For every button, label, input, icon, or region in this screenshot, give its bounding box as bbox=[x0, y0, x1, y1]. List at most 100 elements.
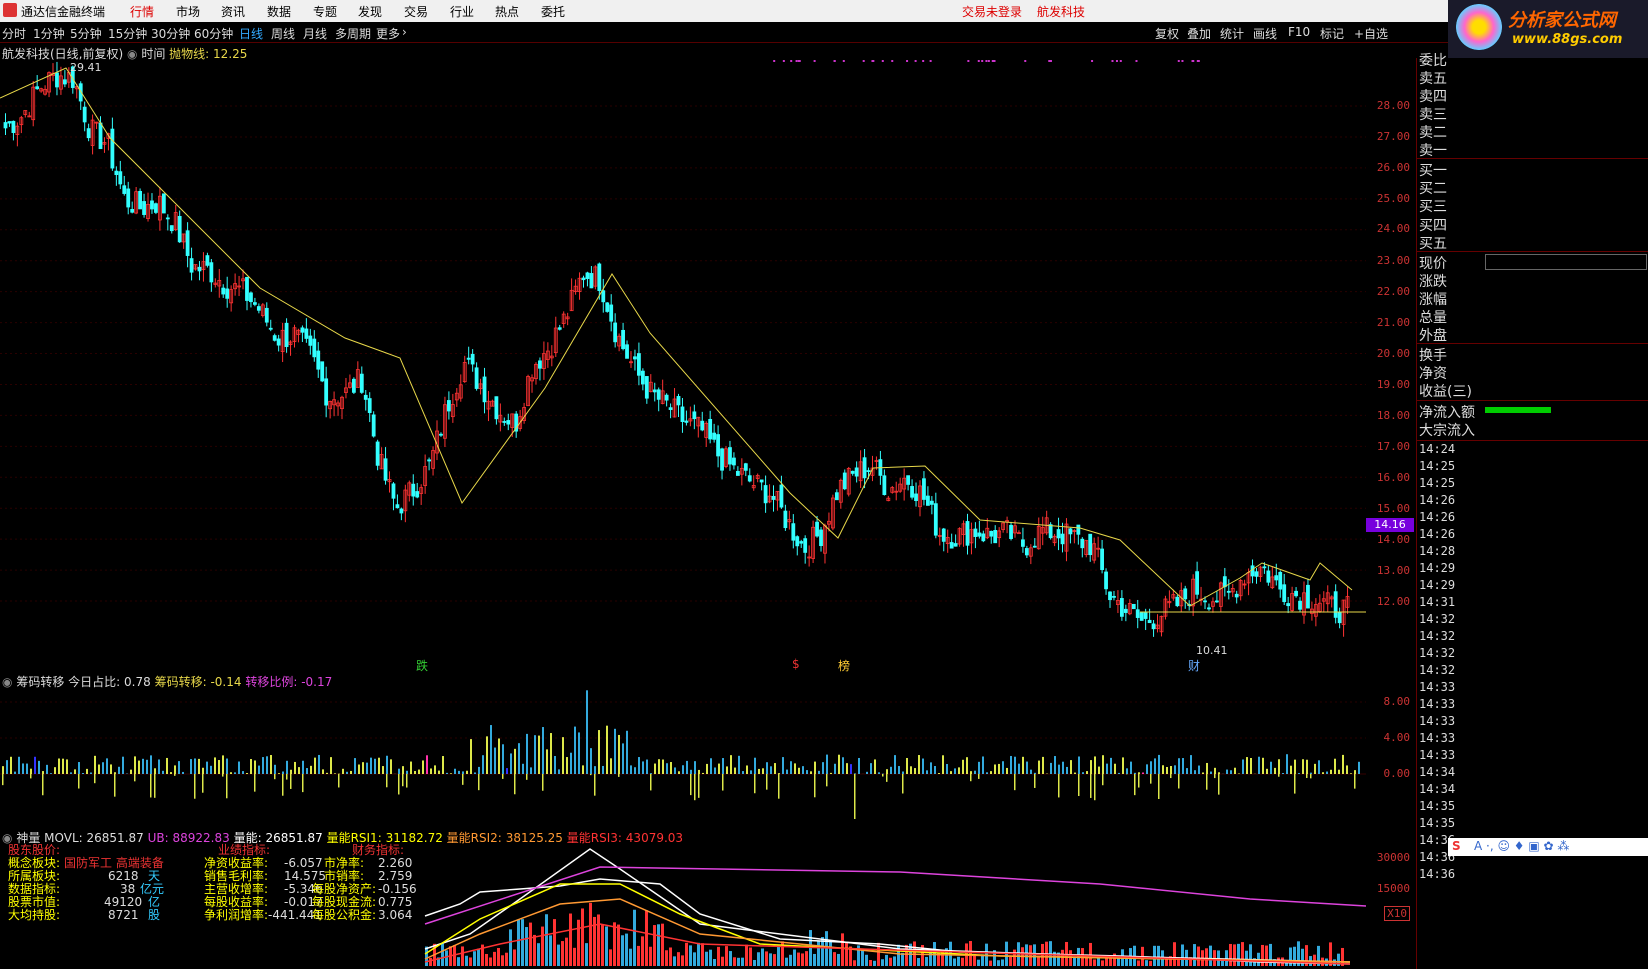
candle-body bbox=[621, 329, 625, 350]
signal-dot bbox=[922, 60, 925, 62]
chip-bar-neg bbox=[1138, 774, 1140, 788]
period-tab-weekly[interactable]: 周线 bbox=[271, 25, 295, 42]
chip-bar bbox=[994, 764, 996, 774]
volume-bar bbox=[1157, 945, 1160, 966]
period-tab-15min[interactable]: 15分钟 bbox=[108, 25, 147, 42]
period-tab-60min[interactable]: 60分钟 bbox=[194, 25, 233, 42]
volume-bar bbox=[629, 948, 632, 966]
chip-bar bbox=[346, 771, 348, 774]
period-tab-1min[interactable]: 1分钟 bbox=[33, 25, 65, 42]
period-tab-5min[interactable]: 5分钟 bbox=[70, 25, 102, 42]
candle-body bbox=[779, 484, 784, 508]
chip-bar bbox=[494, 747, 496, 774]
overlay-button[interactable]: 叠加 bbox=[1187, 25, 1211, 42]
add-favorite-button[interactable]: +自选 bbox=[1354, 25, 1388, 42]
sar-line bbox=[0, 67, 1353, 607]
stats-button[interactable]: 统计 bbox=[1220, 25, 1244, 42]
period-tab-more[interactable]: 更多 bbox=[376, 25, 400, 42]
chip-bar bbox=[574, 726, 576, 774]
chip-bar-neg bbox=[290, 774, 292, 789]
y-tick: 27.00 bbox=[1376, 130, 1410, 143]
low-price-label: 10.41 bbox=[1196, 644, 1228, 657]
chip-bar bbox=[386, 755, 388, 774]
period-tab-timeshare[interactable]: 分时 bbox=[2, 25, 26, 42]
f10-button[interactable]: F10 bbox=[1288, 25, 1310, 39]
chip-bar-neg bbox=[1102, 774, 1104, 786]
menu-item-data[interactable]: 数据 bbox=[267, 3, 291, 20]
menu-item-quotes[interactable]: 行情 bbox=[130, 3, 154, 20]
chip-bar-neg bbox=[886, 774, 888, 782]
vol-multiplier: X10 bbox=[1384, 906, 1410, 921]
candlestick-chart[interactable] bbox=[0, 58, 1366, 670]
candle-body bbox=[1100, 548, 1104, 570]
chip-bar bbox=[266, 756, 268, 774]
sogou-logo-icon[interactable]: S bbox=[1452, 839, 1461, 853]
ime-toolbar[interactable]: S A ·, ☺ ♦ ▣ ✿ ⁂ bbox=[1448, 838, 1648, 856]
tick-list[interactable]: 14:24 14:25 14:25 14:26 14:26 14:26 14:28 14:29… bbox=[1417, 442, 1648, 962]
candle-body bbox=[446, 400, 451, 412]
candle-body bbox=[316, 350, 321, 370]
y-tick: 16.00 bbox=[1376, 471, 1410, 484]
menu-bar: 通达信金融终端 行情 市场 资讯 数据 专题 发现 交易 行业 热点 委托 交易… bbox=[0, 0, 1648, 23]
volume-bar bbox=[545, 914, 548, 966]
menu-item-industry[interactable]: 行业 bbox=[450, 3, 474, 20]
volume-bar bbox=[1109, 957, 1112, 966]
chip-bar bbox=[598, 730, 600, 774]
menu-item-discover[interactable]: 发现 bbox=[358, 3, 382, 20]
high-price-label: 29.41 bbox=[70, 61, 102, 74]
chip-bar bbox=[734, 767, 736, 774]
current-stock-name[interactable]: 航发科技 bbox=[1037, 3, 1085, 20]
ime-toolbar-icons[interactable]: A ·, ☺ ♦ ▣ ✿ ⁂ bbox=[1474, 839, 1569, 853]
adjust-button[interactable]: 复权 bbox=[1155, 25, 1179, 42]
chip-bar bbox=[270, 755, 272, 774]
chip-bar bbox=[246, 773, 248, 774]
chip-bar bbox=[150, 755, 152, 774]
period-tab-daily[interactable]: 日线 bbox=[239, 25, 263, 42]
y-tick: 17.00 bbox=[1376, 440, 1410, 453]
volume-bar bbox=[737, 957, 740, 966]
menu-item-hotspot[interactable]: 热点 bbox=[495, 3, 519, 20]
price-label: 现价 bbox=[1419, 256, 1447, 272]
menu-item-topics[interactable]: 专题 bbox=[313, 3, 337, 20]
menu-item-market[interactable]: 市场 bbox=[176, 3, 200, 20]
candle-body bbox=[114, 170, 119, 176]
draw-button[interactable]: 画线 bbox=[1253, 25, 1277, 42]
volume-bar bbox=[645, 910, 648, 966]
chip-bar bbox=[286, 760, 288, 774]
y-tick: 21.00 bbox=[1376, 316, 1410, 329]
chip-bar bbox=[1078, 756, 1080, 774]
period-tab-monthly[interactable]: 月线 bbox=[303, 25, 327, 42]
marker-rank[interactable]: 榜 bbox=[838, 657, 850, 674]
chip-bar bbox=[366, 762, 368, 774]
marker-finance[interactable]: 财 bbox=[1188, 657, 1200, 674]
chip-bar bbox=[1318, 760, 1320, 774]
chip-bar bbox=[1238, 773, 1240, 774]
chip-bar bbox=[834, 763, 836, 774]
chip-bar bbox=[658, 759, 660, 774]
mark-button[interactable]: 标记 bbox=[1320, 25, 1344, 42]
period-tab-30min[interactable]: 30分钟 bbox=[151, 25, 190, 42]
login-status-link[interactable]: 交易未登录 bbox=[962, 3, 1022, 20]
candle-body bbox=[122, 185, 127, 194]
chip-bar bbox=[754, 757, 756, 774]
chip-bar bbox=[622, 743, 624, 774]
marker-dollar[interactable]: $ bbox=[792, 657, 800, 671]
circle-chevron-icon[interactable]: ◉ bbox=[2, 675, 12, 689]
chip-bar-neg bbox=[1178, 774, 1180, 789]
chip-bar bbox=[902, 771, 904, 774]
chip-bar bbox=[378, 757, 380, 774]
menu-item-order[interactable]: 委托 bbox=[541, 3, 565, 20]
signal-dot bbox=[1024, 60, 1027, 62]
volume-bar bbox=[1261, 944, 1264, 966]
menu-item-news[interactable]: 资讯 bbox=[221, 3, 245, 20]
chip-bar bbox=[122, 756, 124, 774]
marker-fall[interactable]: 跌 bbox=[416, 657, 428, 674]
menu-item-trade[interactable]: 交易 bbox=[404, 3, 428, 20]
chip-bar bbox=[514, 748, 516, 774]
chevron-right-icon[interactable]: › bbox=[402, 25, 407, 39]
net-asset-label: 净资 bbox=[1419, 366, 1447, 382]
chip-bar bbox=[1134, 772, 1136, 774]
period-tab-multi[interactable]: 多周期 bbox=[335, 25, 371, 42]
volume-bar bbox=[653, 925, 656, 966]
chip-transfer-chart[interactable] bbox=[0, 688, 1366, 826]
